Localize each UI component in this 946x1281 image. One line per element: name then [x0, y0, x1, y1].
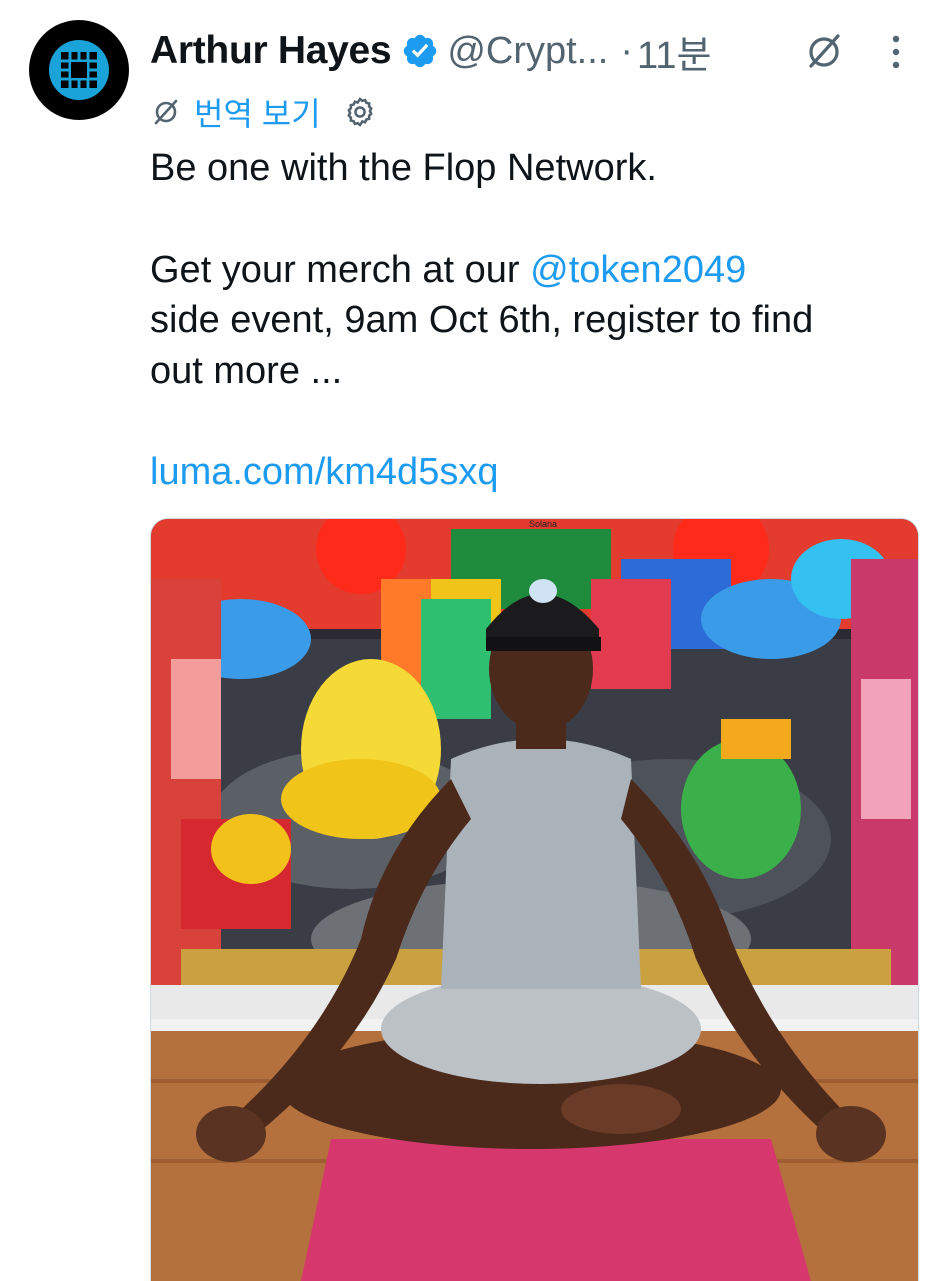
translate-row: 번역 보기	[150, 90, 377, 134]
tweet-line-2: Get your merch at our @token2049	[150, 245, 930, 296]
mention-link[interactable]: @token2049	[530, 249, 746, 291]
cap-brand-text: Solana	[529, 519, 557, 529]
photo-person-meditating: Solana	[151, 519, 918, 1281]
tweet-line-4: out more ...	[150, 349, 343, 392]
author-handle[interactable]: @Crypt...	[447, 30, 608, 73]
separator-dot: ·	[620, 29, 634, 72]
translate-link[interactable]: 번역 보기	[194, 89, 321, 135]
tweet-line-3: side event, 9am Oct 6th, register to fin…	[150, 299, 814, 341]
tweet-link-line: luma.com/km4d5sxq	[150, 447, 930, 498]
translate-icon	[154, 99, 178, 125]
external-link[interactable]: luma.com/km4d5sxq	[150, 451, 498, 493]
avatar-logo-icon	[49, 40, 109, 100]
tweet-line-2-text: Get your merch at our	[150, 248, 531, 291]
tweet-body: Be one with the Flop Network. Get your m…	[150, 143, 930, 498]
author-name[interactable]: Arthur Hayes	[150, 29, 392, 73]
tweet-timestamp[interactable]: 11분	[637, 24, 711, 79]
tweet-media-photo[interactable]: Solana	[150, 518, 919, 1281]
verified-badge-icon	[401, 32, 439, 70]
tweet-line-1: Be one with the Flop Network.	[150, 147, 657, 189]
grok-icon[interactable]	[800, 28, 848, 76]
gear-icon[interactable]	[343, 95, 377, 129]
more-options-icon[interactable]	[880, 30, 912, 74]
author-avatar[interactable]	[29, 20, 129, 120]
